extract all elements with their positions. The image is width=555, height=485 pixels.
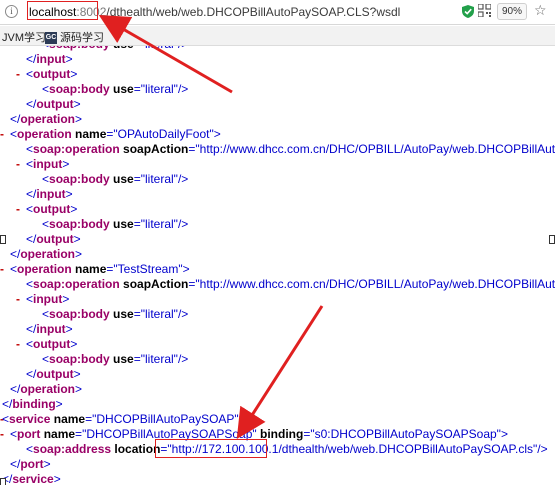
xml-code: </output> <box>26 97 81 111</box>
xml-code: <service name="DHCOPBillAutoPaySOAP"> <box>2 412 246 426</box>
resize-handle-left[interactable] <box>0 235 6 244</box>
annotation-box-location <box>155 439 267 458</box>
collapse-toggle[interactable]: - <box>16 202 20 217</box>
collapse-toggle[interactable]: - <box>0 127 4 142</box>
xml-code: <soap:body use="literal"/> <box>42 82 189 96</box>
collapse-toggle[interactable]: - <box>0 427 4 442</box>
collapse-toggle[interactable]: - <box>16 157 20 172</box>
xml-code: </input> <box>26 187 73 201</box>
bookmark-label: JVM学习 <box>2 32 46 44</box>
qr-code-icon[interactable] <box>478 4 491 17</box>
collapse-toggle[interactable]: - <box>0 262 4 277</box>
gc-badge-icon: GC <box>45 32 57 45</box>
xml-code: <operation name="TestStream"> <box>10 262 190 276</box>
resize-handle-right[interactable] <box>549 235 555 244</box>
xml-viewer: <soap:body use="literal"/></input>-<outp… <box>0 46 555 485</box>
url-path: /dthealth/web/web.DHCOPBillAutoPaySOAP.C… <box>106 5 401 19</box>
shield-icon[interactable] <box>462 5 474 18</box>
xml-code: </operation> <box>10 382 83 396</box>
annotation-box-host <box>27 1 98 20</box>
bookmark-jvm[interactable]: JVM学习 <box>2 29 46 45</box>
zoom-level[interactable]: 90% <box>497 3 527 20</box>
xml-code: <soap:body use="literal"/> <box>42 172 189 186</box>
xml-code: <soap:body use="literal"/> <box>42 352 189 366</box>
xml-code: <output> <box>26 202 78 216</box>
xml-code: </operation> <box>10 112 83 126</box>
address-bar[interactable]: i localhost:8002/dthealth/web/web.DHCOPB… <box>0 0 555 25</box>
xml-code: </port> <box>10 457 51 471</box>
collapse-toggle[interactable]: - <box>16 337 20 352</box>
xml-code: <output> <box>26 337 78 351</box>
bookmarks-bar: JVM学习 GC 源码学习 <box>0 26 555 46</box>
xml-code: </output> <box>26 367 81 381</box>
xml-code: </binding> <box>2 397 63 411</box>
xml-code: </output> <box>26 232 81 246</box>
xml-code: </service> <box>2 472 61 485</box>
xml-code: <soap:body use="literal"/> <box>42 307 189 321</box>
xml-code: </operation> <box>10 247 83 261</box>
xml-code: </input> <box>26 52 73 66</box>
resize-handle-bottom-left[interactable] <box>0 478 6 485</box>
collapse-toggle[interactable]: - <box>16 67 20 82</box>
xml-code: <output> <box>26 67 78 81</box>
bookmark-label: 源码学习 <box>60 32 104 44</box>
info-icon[interactable]: i <box>5 5 18 18</box>
xml-code: </input> <box>26 322 73 336</box>
xml-code: <soap:body use="literal"/> <box>42 217 189 231</box>
xml-code: <operation name="OPAutoDailyFoot"> <box>10 127 221 141</box>
bookmark-source[interactable]: GC 源码学习 <box>45 29 104 45</box>
xml-code: <soap:operation soapAction="http://www.d… <box>26 277 555 291</box>
collapse-toggle[interactable]: - <box>16 292 20 307</box>
star-icon[interactable]: ☆ <box>534 2 547 18</box>
xml-code: <input> <box>26 157 70 171</box>
xml-code: <soap:operation soapAction="http://www.d… <box>26 142 555 156</box>
xml-code: <soap:address location="http://172.100.1… <box>26 442 548 456</box>
xml-code: <input> <box>26 292 70 306</box>
